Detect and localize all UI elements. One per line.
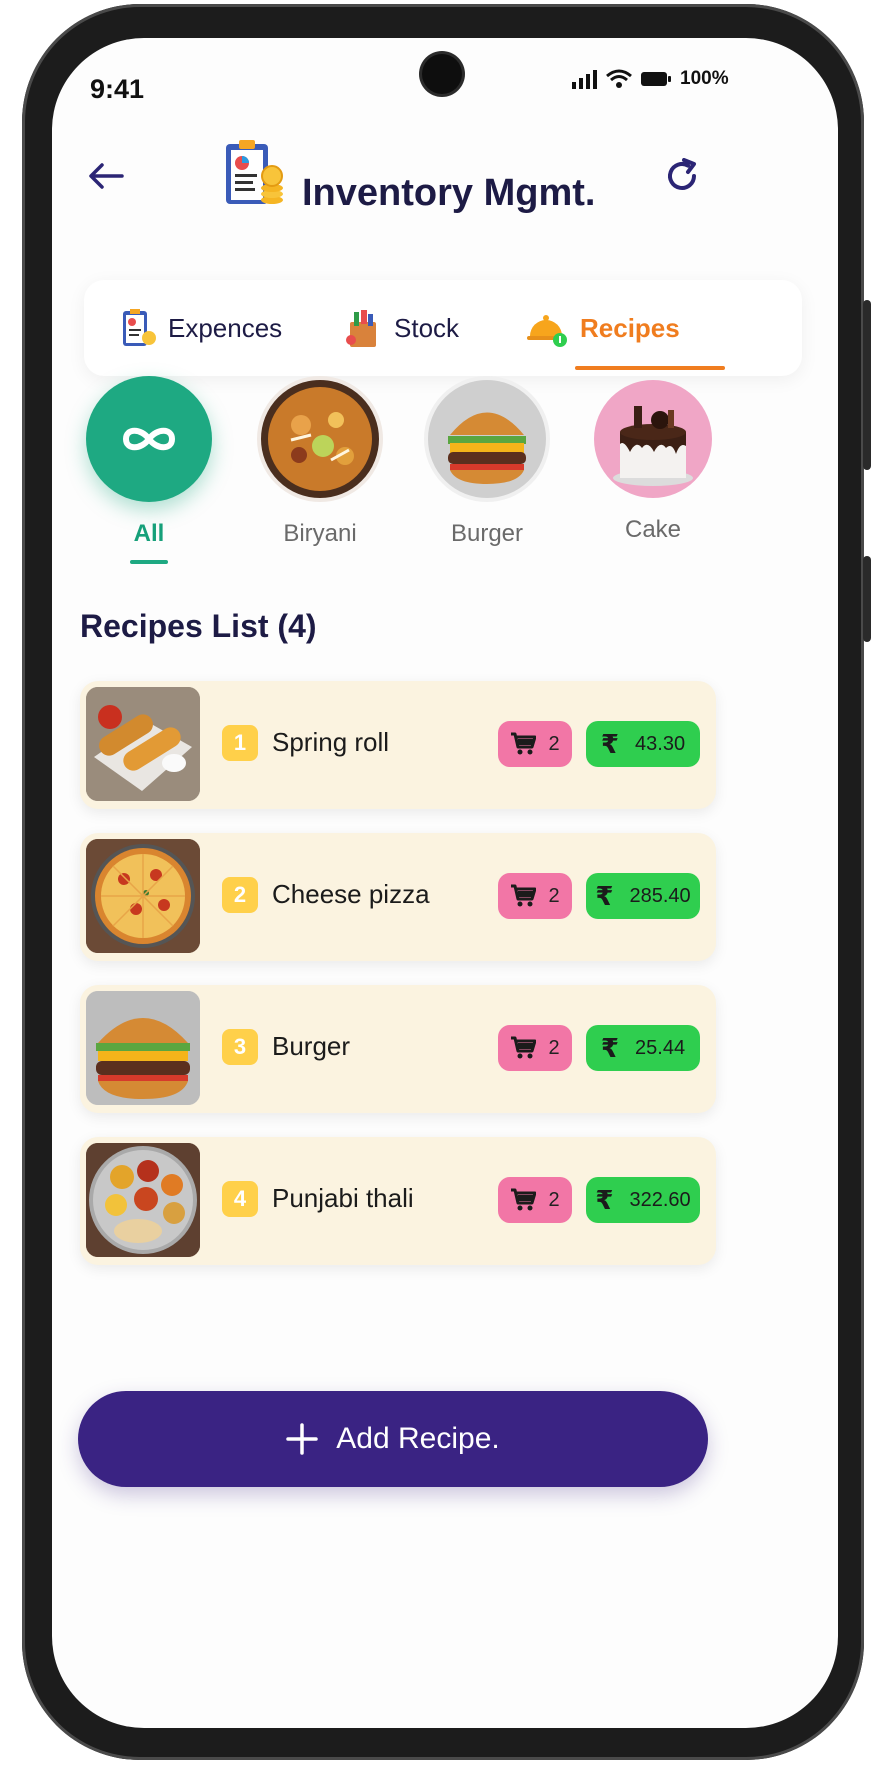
active-tab-indicator	[575, 366, 725, 370]
cart-count: 2	[548, 732, 560, 755]
grocery-bag-icon	[346, 310, 376, 347]
cart-icon	[511, 884, 537, 907]
recipe-row[interactable]: 2 Cheese pizza 2 ₹ 285.40	[80, 833, 716, 961]
price-badge: ₹ 25.44	[586, 1025, 700, 1071]
status-icons: 100%	[572, 68, 729, 90]
add-recipe-label: Add Recipe.	[336, 1422, 500, 1455]
category-all-label: All	[133, 520, 165, 547]
volume-button	[863, 300, 871, 470]
punjabi-thali-photo	[86, 1143, 200, 1257]
category-biryani-label: Biryani	[283, 520, 357, 547]
price-badge: ₹ 322.60	[586, 1177, 700, 1223]
refresh-icon[interactable]	[664, 158, 700, 194]
status-time: 9:41	[90, 74, 145, 104]
rupee-icon: ₹	[595, 880, 614, 911]
spring-roll-photo	[86, 687, 200, 801]
burger-photo	[86, 991, 200, 1105]
recipe-name: Punjabi thali	[272, 1183, 414, 1213]
tab-recipes[interactable]: Recipes	[526, 308, 680, 348]
infinity-icon	[122, 427, 176, 451]
recipe-price: 43.30	[635, 732, 686, 755]
cart-icon	[511, 1188, 537, 1211]
price-badge: ₹ 285.40	[586, 873, 700, 919]
inventory-logo-icon	[226, 140, 283, 204]
category-active-indicator	[130, 560, 168, 564]
recipe-index-badge: 1	[222, 725, 258, 761]
battery-icon	[641, 72, 671, 86]
cart-count: 2	[548, 1188, 560, 1211]
cart-icon	[511, 732, 537, 755]
cart-count-badge[interactable]: 2	[498, 721, 572, 767]
tab-expences[interactable]: Expences	[122, 308, 282, 348]
clipboard-icon	[123, 309, 156, 346]
category-all[interactable]: All	[84, 376, 214, 564]
cart-count-badge[interactable]: 2	[498, 1025, 572, 1071]
app-screen: 9:41 100% Inventory Mgmt. Expences Stock…	[52, 38, 838, 1728]
plus-icon	[286, 1423, 319, 1455]
burger-photo	[424, 376, 550, 502]
signal-icon	[572, 70, 597, 89]
recipe-price: 25.44	[635, 1036, 686, 1059]
cart-count: 2	[548, 884, 560, 907]
recipe-price: 322.60	[629, 1188, 691, 1211]
back-arrow-icon[interactable]	[88, 162, 124, 190]
cart-count-badge[interactable]: 2	[498, 873, 572, 919]
category-burger-label: Burger	[450, 520, 524, 547]
cart-count-badge[interactable]: 2	[498, 1177, 572, 1223]
recipe-index-badge: 2	[222, 877, 258, 913]
rupee-icon: ₹	[600, 1032, 620, 1063]
price-badge: ₹ 43.30	[586, 721, 700, 767]
category-biryani[interactable]: Biryani	[255, 376, 385, 548]
biryani-photo	[257, 376, 383, 502]
rupee-icon: ₹	[595, 1184, 614, 1215]
add-recipe-button[interactable]: Add Recipe.	[78, 1391, 708, 1487]
tab-recipes-label: Recipes	[580, 312, 680, 343]
category-cake-label: Cake	[624, 516, 682, 543]
cart-icon	[511, 1036, 537, 1059]
category-all-circle	[86, 376, 212, 502]
recipe-row[interactable]: 1 Spring roll 2 ₹ 43.30	[80, 681, 716, 809]
power-button	[863, 556, 871, 642]
battery-percent: 100%	[680, 68, 729, 89]
recipes-list-title: Recipes List (4)	[80, 608, 317, 644]
category-burger[interactable]: Burger	[422, 376, 552, 548]
tab-expences-label: Expences	[168, 312, 283, 343]
cart-count: 2	[548, 1036, 560, 1059]
rupee-icon: ₹	[600, 728, 620, 759]
wifi-icon	[606, 69, 632, 88]
recipe-price: 285.40	[629, 884, 691, 907]
tab-stock-label: Stock	[394, 312, 460, 343]
category-cake[interactable]: Cake	[588, 376, 718, 544]
recipe-name: Spring roll	[272, 727, 390, 757]
recipe-index-badge: 3	[222, 1029, 258, 1065]
recipe-index-badge: 4	[222, 1181, 258, 1217]
recipe-name: Burger	[272, 1031, 351, 1061]
cloche-icon	[527, 315, 567, 347]
recipe-name: Cheese pizza	[272, 879, 430, 909]
recipe-row[interactable]: 3 Burger 2 ₹ 25.44	[80, 985, 716, 1113]
tab-stock[interactable]: Stock	[346, 308, 459, 348]
tab-bar: Expences Stock Recipes	[84, 280, 802, 376]
page-title: Inventory Mgmt.	[302, 172, 596, 214]
cake-photo	[594, 380, 712, 498]
front-camera	[422, 54, 462, 94]
cheese-pizza-photo	[86, 839, 200, 953]
recipe-row[interactable]: 4 Punjabi thali 2 ₹ 322.60	[80, 1137, 716, 1265]
